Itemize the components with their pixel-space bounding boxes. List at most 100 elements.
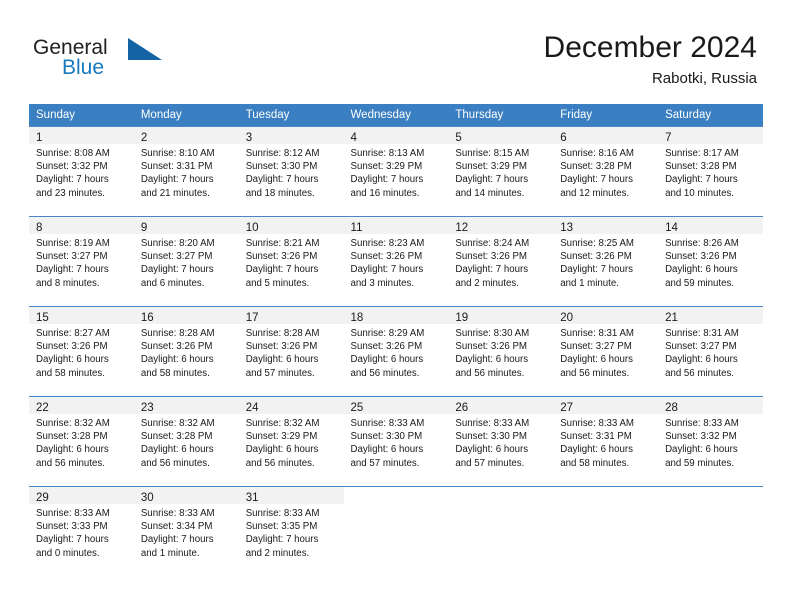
calendar-day-cell[interactable]: 8 Sunrise: 8:19 AM Sunset: 3:27 PM Daylight… bbox=[29, 216, 134, 306]
daylight-text-line2: and 57 minutes. bbox=[350, 457, 420, 469]
day-number: 28 bbox=[665, 402, 678, 414]
sunrise-text: Sunrise: 8:13 AM bbox=[350, 148, 425, 159]
calendar-day-cell[interactable]: 31 Sunrise: 8:33 AM Sunset: 3:35 PM Dayligh… bbox=[238, 486, 344, 576]
day-info: Sunrise: 8:17 AM Sunset: 3:28 PM Daylight:… bbox=[658, 144, 763, 200]
day-info: Sunrise: 8:30 AM Sunset: 3:26 PM Daylight:… bbox=[448, 324, 553, 380]
sunset-text: Sunset: 3:32 PM bbox=[665, 431, 737, 443]
sunrise-text: Sunrise: 8:15 AM bbox=[455, 148, 530, 159]
calendar-day-cell[interactable]: 15 Sunrise: 8:27 AM Sunset: 3:26 PM Dayligh… bbox=[29, 306, 134, 396]
calendar-day-cell[interactable]: 19 Sunrise: 8:30 AM Sunset: 3:26 PM Dayligh… bbox=[448, 306, 554, 396]
weekday-header-row: Sunday Monday Tuesday Wednesday Thursday… bbox=[29, 104, 763, 126]
weekday-header-tuesday: Tuesday bbox=[238, 104, 344, 126]
day-info: Sunrise: 8:23 AM Sunset: 3:26 PM Daylight:… bbox=[344, 234, 449, 290]
calendar-day-cell[interactable]: 12 Sunrise: 8:24 AM Sunset: 3:26 PM Dayligh… bbox=[448, 216, 554, 306]
day-info: Sunrise: 8:31 AM Sunset: 3:27 PM Daylight:… bbox=[553, 324, 658, 380]
daylight-text-line2: and 59 minutes. bbox=[665, 277, 734, 289]
day-number: 10 bbox=[245, 222, 259, 234]
day-number-band: 25 bbox=[343, 397, 449, 414]
calendar-day-cell[interactable]: 17 Sunrise: 8:28 AM Sunset: 3:26 PM Dayligh… bbox=[238, 306, 344, 396]
calendar-day-cell[interactable]: 14 Sunrise: 8:26 AM Sunset: 3:26 PM Dayligh… bbox=[658, 216, 763, 306]
daylight-text-line1: Daylight: 7 hours bbox=[245, 264, 319, 276]
day-info: Sunrise: 8:33 AM Sunset: 3:31 PM Daylight:… bbox=[553, 414, 658, 470]
calendar-day-cell[interactable]: 5 Sunrise: 8:15 AM Sunset: 3:29 PM Daylight… bbox=[448, 126, 554, 216]
sunrise-text: Sunrise: 8:12 AM bbox=[245, 148, 320, 159]
weekday-header-monday: Monday bbox=[133, 104, 239, 126]
sunset-text: Sunset: 3:26 PM bbox=[350, 251, 423, 263]
day-info: Sunrise: 8:13 AM Sunset: 3:29 PM Daylight:… bbox=[344, 144, 449, 200]
triangle-logo-icon bbox=[128, 38, 162, 60]
weekday-header-wednesday: Wednesday bbox=[343, 104, 449, 126]
calendar-day-cell[interactable]: 18 Sunrise: 8:29 AM Sunset: 3:26 PM Dayligh… bbox=[343, 306, 449, 396]
day-info: Sunrise: 8:28 AM Sunset: 3:26 PM Daylight:… bbox=[134, 324, 239, 380]
sunset-text: Sunset: 3:26 PM bbox=[36, 341, 108, 353]
daylight-text-line2: and 5 minutes. bbox=[245, 277, 310, 289]
sunrise-text: Sunrise: 8:26 AM bbox=[665, 238, 739, 249]
sunset-text: Sunset: 3:28 PM bbox=[140, 431, 213, 443]
sunrise-text: Sunrise: 8:27 AM bbox=[36, 328, 110, 339]
day-number-band: 14 bbox=[658, 217, 763, 234]
day-number-band: 4 bbox=[343, 127, 449, 144]
calendar-day-cell[interactable]: 23 Sunrise: 8:32 AM Sunset: 3:28 PM Dayligh… bbox=[133, 396, 239, 486]
calendar-day-cell[interactable]: 3 Sunrise: 8:12 AM Sunset: 3:30 PM Daylight… bbox=[238, 126, 344, 216]
sunset-text: Sunset: 3:27 PM bbox=[560, 341, 632, 353]
calendar-cell-container: 4 Sunrise: 8:13 AM Sunset: 3:29 PM Daylight… bbox=[343, 126, 449, 216]
day-number-band: 28 bbox=[658, 397, 763, 414]
day-number-band: 26 bbox=[448, 397, 554, 414]
calendar-day-cell[interactable]: 16 Sunrise: 8:28 AM Sunset: 3:26 PM Dayligh… bbox=[133, 306, 239, 396]
day-number-band: 11 bbox=[343, 217, 449, 234]
calendar-day-cell[interactable]: 6 Sunrise: 8:16 AM Sunset: 3:28 PM Daylight… bbox=[553, 126, 659, 216]
day-info: Sunrise: 8:25 AM Sunset: 3:26 PM Daylight:… bbox=[553, 234, 658, 290]
calendar-cell-container: 25 Sunrise: 8:33 AM Sunset: 3:30 PM Dayligh… bbox=[343, 396, 449, 486]
page-title: December 2024 bbox=[543, 31, 757, 64]
sunset-text: Sunset: 3:29 PM bbox=[245, 431, 318, 443]
sunset-text: Sunset: 3:34 PM bbox=[140, 521, 213, 533]
calendar-cell-container: 29 Sunrise: 8:33 AM Sunset: 3:33 PM Dayligh… bbox=[29, 486, 134, 576]
calendar-day-cell[interactable]: 2 Sunrise: 8:10 AM Sunset: 3:31 PM Daylight… bbox=[133, 126, 239, 216]
day-number: 27 bbox=[560, 402, 574, 414]
sunrise-text: Sunrise: 8:20 AM bbox=[140, 238, 215, 249]
calendar-day-cell[interactable]: 20 Sunrise: 8:31 AM Sunset: 3:27 PM Dayligh… bbox=[553, 306, 659, 396]
sunrise-text: Sunrise: 8:29 AM bbox=[350, 328, 425, 339]
calendar-day-cell[interactable]: 28 Sunrise: 8:33 AM Sunset: 3:32 PM Dayligh… bbox=[658, 396, 763, 486]
calendar-day-cell[interactable]: 26 Sunrise: 8:33 AM Sunset: 3:30 PM Dayligh… bbox=[448, 396, 554, 486]
day-number: 17 bbox=[245, 312, 259, 324]
calendar-day-cell[interactable]: 13 Sunrise: 8:25 AM Sunset: 3:26 PM Dayligh… bbox=[553, 216, 659, 306]
calendar-day-cell[interactable]: 4 Sunrise: 8:13 AM Sunset: 3:29 PM Daylight… bbox=[343, 126, 449, 216]
calendar-cell-container: 18 Sunrise: 8:29 AM Sunset: 3:26 PM Dayligh… bbox=[343, 306, 449, 396]
brand-name-blue: Blue bbox=[62, 56, 105, 79]
day-number-band: 22 bbox=[29, 397, 134, 414]
calendar-cell-container: 10 Sunrise: 8:21 AM Sunset: 3:26 PM Dayligh… bbox=[238, 216, 344, 306]
calendar-day-cell[interactable]: 7 Sunrise: 8:17 AM Sunset: 3:28 PM Daylight… bbox=[658, 126, 763, 216]
day-info: Sunrise: 8:21 AM Sunset: 3:26 PM Daylight:… bbox=[239, 234, 344, 290]
day-number: 3 bbox=[245, 132, 253, 144]
calendar-day-cell[interactable]: 24 Sunrise: 8:32 AM Sunset: 3:29 PM Dayligh… bbox=[238, 396, 344, 486]
calendar-day-cell[interactable]: 1 Sunrise: 8:08 AM Sunset: 3:32 PM Daylight… bbox=[29, 126, 134, 216]
calendar-day-cell[interactable]: 10 Sunrise: 8:21 AM Sunset: 3:26 PM Dayligh… bbox=[238, 216, 344, 306]
daylight-text-line2: and 6 minutes. bbox=[140, 277, 205, 289]
calendar-day-cell-empty bbox=[553, 486, 659, 576]
day-info: Sunrise: 8:19 AM Sunset: 3:27 PM Daylight:… bbox=[29, 234, 134, 290]
calendar-day-cell[interactable]: 30 Sunrise: 8:33 AM Sunset: 3:34 PM Dayligh… bbox=[133, 486, 239, 576]
day-info: Sunrise: 8:20 AM Sunset: 3:27 PM Daylight:… bbox=[134, 234, 239, 290]
calendar-day-cell[interactable]: 11 Sunrise: 8:23 AM Sunset: 3:26 PM Dayligh… bbox=[343, 216, 449, 306]
calendar-day-cell[interactable]: 25 Sunrise: 8:33 AM Sunset: 3:30 PM Dayligh… bbox=[343, 396, 449, 486]
calendar-day-cell[interactable]: 29 Sunrise: 8:33 AM Sunset: 3:33 PM Dayligh… bbox=[29, 486, 134, 576]
brand-logo[interactable]: General Blue bbox=[33, 36, 233, 86]
calendar-cell-container: 19 Sunrise: 8:30 AM Sunset: 3:26 PM Dayligh… bbox=[448, 306, 554, 396]
day-number: 11 bbox=[350, 222, 363, 234]
daylight-text-line1: Daylight: 7 hours bbox=[350, 174, 424, 186]
day-number-band: 17 bbox=[238, 307, 344, 324]
sunrise-text: Sunrise: 8:19 AM bbox=[36, 238, 110, 249]
sunset-text: Sunset: 3:29 PM bbox=[350, 161, 423, 173]
calendar-cell-container: 17 Sunrise: 8:28 AM Sunset: 3:26 PM Dayligh… bbox=[238, 306, 344, 396]
calendar-day-cell[interactable]: 9 Sunrise: 8:20 AM Sunset: 3:27 PM Daylight… bbox=[133, 216, 239, 306]
calendar-day-cell-empty bbox=[658, 486, 763, 576]
day-number-band: 3 bbox=[238, 127, 344, 144]
day-info: Sunrise: 8:28 AM Sunset: 3:26 PM Daylight:… bbox=[239, 324, 344, 380]
calendar-cell-container: 7 Sunrise: 8:17 AM Sunset: 3:28 PM Daylight… bbox=[658, 126, 763, 216]
calendar-day-cell[interactable]: 21 Sunrise: 8:31 AM Sunset: 3:27 PM Dayligh… bbox=[658, 306, 763, 396]
calendar-day-cell[interactable]: 22 Sunrise: 8:32 AM Sunset: 3:28 PM Dayligh… bbox=[29, 396, 134, 486]
day-number-band: 5 bbox=[448, 127, 554, 144]
weekday-header-sunday: Sunday bbox=[29, 104, 134, 126]
calendar-day-cell[interactable]: 27 Sunrise: 8:33 AM Sunset: 3:31 PM Dayligh… bbox=[553, 396, 659, 486]
